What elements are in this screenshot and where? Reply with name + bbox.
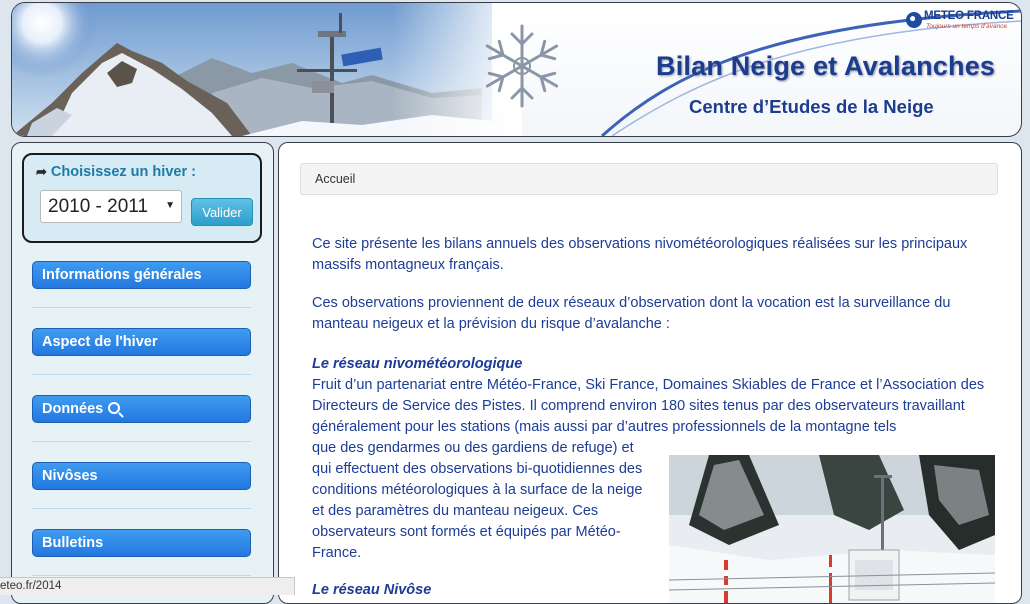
- winter-selector-text: Choisissez un hiver :: [50, 164, 196, 180]
- nav-aspect-de-l-hiver[interactable]: Aspect de l'hiver: [32, 328, 251, 356]
- nav-divider: [32, 508, 251, 509]
- main-content: Accueil Ce site présente les bilans annu…: [278, 142, 1022, 604]
- breadcrumb: Accueil: [300, 163, 998, 195]
- nav-label: Données: [42, 401, 104, 417]
- station-photo: [669, 455, 995, 603]
- nav-label: Nivôses: [42, 468, 98, 484]
- meteo-france-badge-icon: [906, 12, 922, 28]
- nav-label: Bulletins: [42, 535, 104, 551]
- intro-paragraph: Ces observations proviennent de deux rés…: [312, 295, 951, 332]
- share-arrow-icon: ➦: [36, 164, 47, 179]
- season-select[interactable]: 2010 - 2011 ▼: [40, 190, 182, 223]
- section-title: Le réseau nivométéorologique: [312, 356, 523, 372]
- section-body: Fruit d’un partenariat entre Météo-Franc…: [312, 377, 985, 435]
- intro-paragraph: Ce site présente les bilans annuels des …: [312, 236, 968, 273]
- nav-divider: [32, 575, 251, 576]
- meteo-france-logo: METEO FRANCE Toujours un temps d’avance: [906, 9, 1021, 31]
- status-url: eteo.fr/2014: [0, 580, 62, 592]
- breadcrumb-home-link[interactable]: Accueil: [315, 172, 355, 186]
- browser-status-bar: eteo.fr/2014: [0, 577, 295, 595]
- nav-label: Informations générales: [42, 267, 202, 283]
- nav-donnees[interactable]: Données: [32, 395, 251, 423]
- season-select-value: 2010 - 2011: [48, 196, 149, 217]
- search-icon: [108, 402, 121, 414]
- site-title: Bilan Neige et Avalanches: [656, 51, 996, 81]
- nav-informations-generales[interactable]: Informations générales: [32, 261, 251, 289]
- site-subtitle: Centre d’Etudes de la Neige: [689, 96, 934, 117]
- header-banner: METEO FRANCE Toujours un temps d’avance …: [11, 2, 1022, 137]
- caret-down-icon: ▼: [165, 200, 175, 211]
- nav-nivoses[interactable]: Nivôses: [32, 462, 251, 490]
- nav-divider: [32, 441, 251, 442]
- logo-name: METEO FRANCE: [924, 10, 1014, 22]
- section-body: que des gendarmes ou des gardiens de ref…: [312, 440, 643, 561]
- section-title: Le réseau Nivôse: [312, 582, 432, 598]
- validate-button[interactable]: Valider: [191, 198, 253, 226]
- nav-divider: [32, 374, 251, 375]
- sidebar: ➦ Choisissez un hiver : 2010 - 2011 ▼ Val…: [11, 142, 274, 604]
- nav-divider: [32, 307, 251, 308]
- nav-bulletins[interactable]: Bulletins: [32, 529, 251, 557]
- winter-selector-label: ➦ Choisissez un hiver :: [36, 164, 196, 180]
- logo-tagline: Toujours un temps d’avance: [926, 23, 1008, 30]
- winter-selector-panel: ➦ Choisissez un hiver : 2010 - 2011 ▼ Val…: [22, 153, 262, 243]
- nav-label: Aspect de l'hiver: [42, 334, 158, 350]
